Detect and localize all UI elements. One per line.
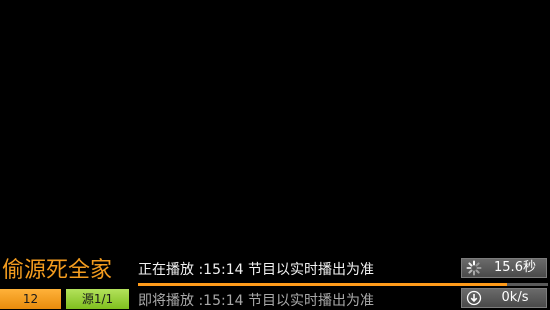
loading-spinner-icon (466, 260, 482, 276)
player-screen: 偷源死全家 12 源1/1 正在播放 :15:14 节目以实时播出为准 即将播放… (0, 0, 550, 310)
video-area[interactable] (0, 0, 550, 255)
program-progress-bar (138, 283, 548, 286)
download-icon (466, 290, 482, 306)
next-playing-text: 即将播放 :15:14 节目以实时播出为准 (138, 293, 374, 309)
buffer-time-box: 15.6秒 (461, 258, 547, 278)
download-speed-box: 0k/s (461, 288, 547, 308)
info-bar: 偷源死全家 12 源1/1 正在播放 :15:14 节目以实时播出为准 即将播放… (0, 255, 550, 310)
now-playing-text: 正在播放 :15:14 节目以实时播出为准 (138, 262, 374, 278)
program-progress-fill (138, 283, 507, 286)
channel-name: 偷源死全家 (2, 258, 113, 283)
channel-number-button[interactable]: 12 (0, 289, 61, 309)
source-button[interactable]: 源1/1 (66, 289, 129, 309)
download-speed-value: 0k/s (501, 290, 529, 305)
buffer-time-value: 15.6秒 (494, 260, 536, 275)
